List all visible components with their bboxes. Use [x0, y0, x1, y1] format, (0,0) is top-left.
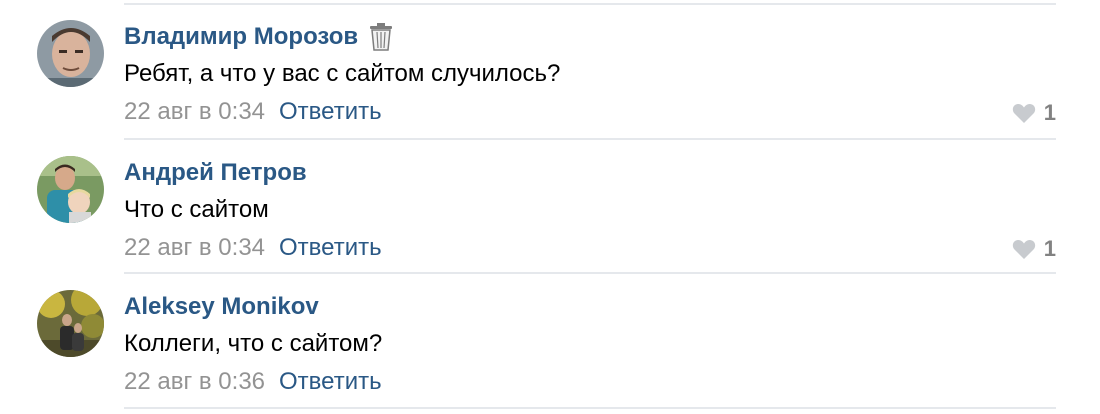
heart-icon	[1012, 103, 1035, 123]
avatar[interactable]	[37, 156, 104, 223]
author-row: Андрей Петров	[124, 158, 307, 188]
reply-button[interactable]: Ответить	[279, 234, 382, 261]
comment-item: Андрей Петров Что с сайтом 22 авг в 0:34…	[0, 136, 1100, 270]
divider	[124, 407, 1056, 409]
avatar[interactable]	[37, 290, 104, 357]
comment-date[interactable]: 22 авг в 0:34	[124, 98, 265, 125]
comment-text: Коллеги, что с сайтом?	[124, 330, 383, 357]
author-name[interactable]: Владимир Морозов	[124, 23, 358, 51]
comment-meta: 22 авг в 0:34 Ответить	[124, 234, 382, 262]
reply-button[interactable]: Ответить	[279, 98, 382, 125]
comment-text: Ребят, а что у вас с сайтом случилось?	[124, 60, 561, 87]
heart-icon	[1012, 239, 1035, 259]
comment-date[interactable]: 22 авг в 0:36	[124, 368, 265, 395]
avatar[interactable]	[37, 20, 104, 87]
comment-meta: 22 авг в 0:34 Ответить	[124, 98, 382, 126]
author-name[interactable]: Aleksey Monikov	[124, 293, 319, 321]
like-button[interactable]: 1	[1012, 100, 1056, 126]
comment-item: Aleksey Monikov Коллеги, что с сайтом? 2…	[0, 270, 1100, 404]
like-button[interactable]: 1	[1012, 236, 1056, 262]
comment-meta: 22 авг в 0:36 Ответить	[124, 368, 382, 396]
author-name[interactable]: Андрей Петров	[124, 159, 307, 187]
comment-item: Владимир Морозов Ребят, а что у вас с са…	[0, 0, 1100, 134]
comment-date[interactable]: 22 авг в 0:34	[124, 234, 265, 261]
author-row: Aleksey Monikov	[124, 292, 319, 322]
trash-icon[interactable]	[368, 23, 394, 51]
comment-text: Что с сайтом	[124, 196, 269, 223]
reply-button[interactable]: Ответить	[279, 368, 382, 395]
like-count: 1	[1043, 100, 1056, 125]
like-count: 1	[1043, 236, 1056, 261]
author-row: Владимир Морозов	[124, 22, 394, 52]
